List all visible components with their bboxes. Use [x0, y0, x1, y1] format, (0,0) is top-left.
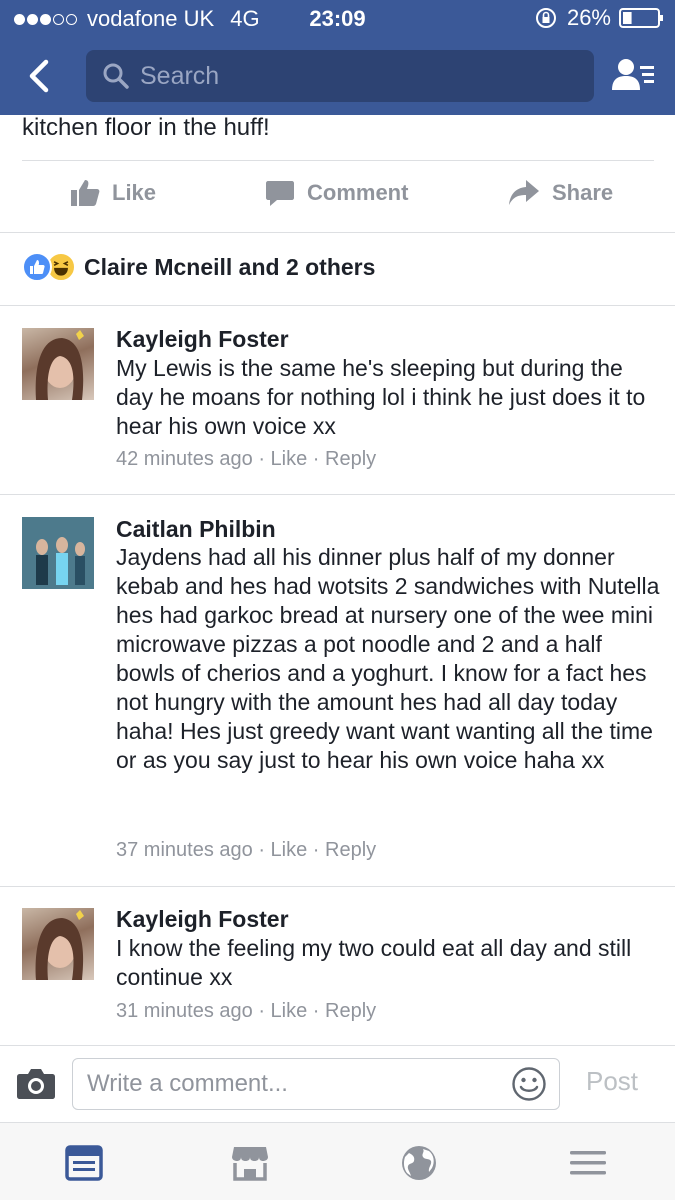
notifications-globe-icon[interactable] [399, 1143, 439, 1183]
avatar-image [35, 910, 84, 980]
avatar[interactable] [22, 908, 94, 980]
comment-like-link[interactable]: Like [271, 839, 308, 861]
comment-input-placeholder: Write a comment... [87, 1070, 288, 1097]
like-button[interactable]: Like [70, 178, 156, 208]
divider [0, 232, 675, 233]
menu-icon[interactable] [568, 1143, 608, 1183]
comment-label: Comment [307, 180, 409, 205]
share-icon [509, 180, 539, 205]
reactions-text: Claire Mcneill and 2 others [84, 253, 376, 280]
like-reaction-icon [22, 252, 52, 282]
divider [0, 886, 675, 887]
post-text: kitchen floor in the huff! [22, 114, 270, 141]
battery-percent: 26% [566, 5, 611, 30]
comment-reply-link[interactable]: Reply [325, 448, 376, 470]
comment-like-link[interactable]: Like [271, 1000, 308, 1022]
post-button[interactable]: Post [586, 1066, 638, 1097]
share-label: Share [552, 180, 614, 205]
comment-like-link[interactable]: Like [271, 448, 308, 470]
marketplace-icon[interactable] [230, 1143, 270, 1183]
camera-icon[interactable] [16, 1066, 56, 1100]
search-icon [103, 63, 129, 89]
bottom-tab-bar [0, 1122, 675, 1200]
search-placeholder: Search [140, 61, 220, 90]
news-feed-icon[interactable] [64, 1143, 104, 1183]
orientation-lock-icon [535, 8, 556, 28]
share-button[interactable]: Share [508, 178, 613, 208]
comment-reply-link[interactable]: Reply [325, 1000, 376, 1022]
comment-time[interactable]: 31 minutes ago [116, 1000, 253, 1022]
comment-reply-link[interactable]: Reply [325, 839, 376, 861]
divider [0, 305, 675, 306]
thumbs-up-icon [30, 260, 45, 274]
comment-text: I know the feeling my two could eat all … [116, 935, 632, 990]
comment-author[interactable]: Kayleigh Foster [116, 326, 289, 353]
friend-requests-icon[interactable] [610, 56, 656, 96]
comment-text: Jaydens had all his dinner plus half of … [116, 544, 660, 773]
avatar-image [22, 517, 94, 589]
emoji-icon[interactable] [511, 1066, 547, 1102]
comment-time[interactable]: 42 minutes ago [116, 448, 253, 470]
avatar-image [35, 330, 84, 400]
like-label: Like [112, 180, 157, 205]
avatar[interactable] [22, 517, 94, 589]
search-input[interactable]: Search [86, 50, 594, 102]
divider [0, 1045, 675, 1046]
comment-text: My Lewis is the same he's sleeping but d… [116, 355, 646, 439]
comment-icon [266, 181, 294, 206]
comment-meta: 31 minutes ago · Like · Reply [116, 1000, 377, 1022]
top-navigation-bar: vodafone UK 4G 23:09 26% Search [0, 0, 675, 115]
comment-time[interactable]: 37 minutes ago [116, 839, 253, 861]
divider [0, 494, 675, 495]
avatar[interactable] [22, 328, 94, 400]
reactions-summary[interactable]: Claire Mcneill and 2 others [22, 252, 375, 282]
comment-author[interactable]: Caitlan Philbin [116, 516, 276, 543]
like-icon [71, 180, 100, 206]
battery-icon [619, 8, 663, 28]
back-button[interactable] [22, 56, 58, 96]
comment-meta: 42 minutes ago · Like · Reply [116, 448, 377, 470]
divider [22, 160, 654, 161]
comment-author[interactable]: Kayleigh Foster [116, 906, 289, 933]
comment-input[interactable]: Write a comment... [72, 1058, 560, 1110]
comment-meta: 37 minutes ago · Like · Reply [116, 839, 377, 861]
status-right: 26% [535, 5, 665, 31]
comment-button[interactable]: Comment [265, 178, 408, 208]
status-bar: vodafone UK 4G 23:09 26% [0, 0, 675, 38]
